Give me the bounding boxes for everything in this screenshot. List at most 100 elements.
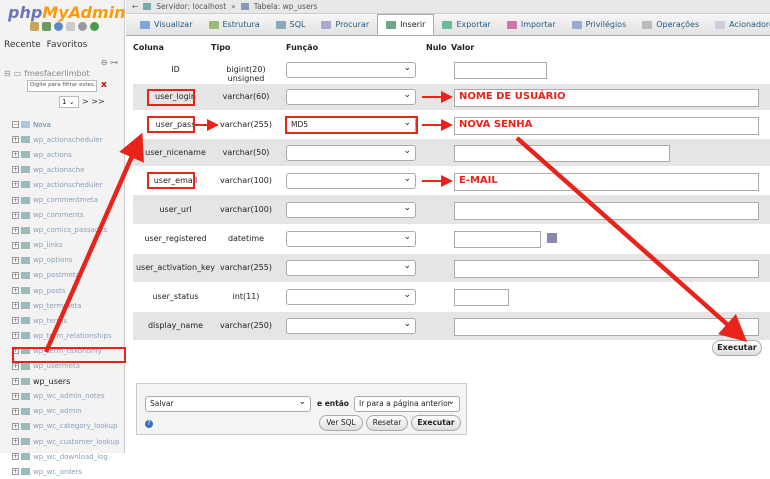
- reset-button[interactable]: Resetar: [366, 415, 408, 431]
- expand-icon[interactable]: +: [12, 136, 19, 144]
- value-input[interactable]: [454, 62, 547, 79]
- tab-procurar[interactable]: Procurar: [313, 14, 377, 35]
- help-icon[interactable]: [54, 22, 63, 31]
- tab-importar[interactable]: Importar: [499, 14, 564, 35]
- expand-icon[interactable]: +: [12, 151, 19, 159]
- function-select[interactable]: [286, 289, 416, 305]
- tree-item-table[interactable]: + wp_options: [12, 253, 124, 268]
- tree-item-table[interactable]: + wp_posts: [12, 283, 124, 298]
- tab-recent[interactable]: Recente: [4, 40, 41, 50]
- expand-icon[interactable]: +: [12, 241, 19, 249]
- expand-icon[interactable]: +: [12, 302, 19, 310]
- expand-icon[interactable]: +: [12, 271, 19, 279]
- expand-icon[interactable]: +: [12, 196, 19, 204]
- tree-item-table[interactable]: + wp_wc_category_lookup: [12, 419, 124, 434]
- tab-exportar[interactable]: Exportar: [434, 14, 498, 35]
- collapse-link-icon[interactable]: ⊖ ⊶: [101, 58, 118, 67]
- tree-item-table[interactable]: + wp_wc_admin: [12, 404, 124, 419]
- after-insert-select[interactable]: Ir para a página anterior: [354, 396, 460, 412]
- tab-sql[interactable]: SQL: [268, 14, 314, 35]
- tree-item-table[interactable]: + wp_termmeta: [12, 298, 124, 313]
- breadcrumb-table[interactable]: Tabela: wp_users: [254, 2, 318, 11]
- expand-icon[interactable]: +: [12, 438, 19, 446]
- database-name[interactable]: fmesfacerlimbot: [24, 69, 89, 78]
- function-select[interactable]: [286, 231, 416, 247]
- tree-item-table[interactable]: + wp_postmeta: [12, 268, 124, 283]
- page-next-button[interactable]: > >>: [82, 97, 105, 106]
- tab-operacoes[interactable]: Operações: [634, 14, 707, 35]
- database-node[interactable]: ⊟ ▭ fmesfacerlimbot: [4, 69, 90, 78]
- tree-item-table[interactable]: + wp_comments: [12, 208, 124, 223]
- function-select[interactable]: [286, 89, 416, 105]
- tree-item-table[interactable]: + wp_actionsche: [12, 162, 124, 177]
- value-textarea[interactable]: [454, 318, 759, 336]
- value-input[interactable]: E-MAIL: [454, 173, 759, 191]
- tree-item-table[interactable]: + wp_wc_admin_notes: [12, 389, 124, 404]
- expand-icon[interactable]: +: [12, 166, 19, 174]
- reload-icon[interactable]: [90, 22, 99, 31]
- function-select[interactable]: [286, 173, 416, 189]
- function-select[interactable]: [286, 318, 416, 334]
- tree-item-table[interactable]: + wp_comics_passades: [12, 223, 124, 238]
- value-input[interactable]: [454, 289, 509, 306]
- clear-filter-icon[interactable]: x: [101, 80, 107, 90]
- tree-item-table[interactable]: + wp_commentmeta: [12, 192, 124, 207]
- tree-item-new-table[interactable]: − Nova: [12, 117, 124, 132]
- exit-icon[interactable]: [42, 22, 51, 31]
- expand-icon[interactable]: +: [12, 317, 19, 325]
- function-select[interactable]: [286, 145, 416, 161]
- tab-acionadores[interactable]: Acionadores: [707, 14, 770, 35]
- expand-icon[interactable]: +: [12, 362, 19, 370]
- expand-icon[interactable]: +: [12, 287, 19, 295]
- tree-item-table[interactable]: + wp_actionscheduler: [12, 177, 124, 192]
- tab-favorites[interactable]: Favoritos: [47, 40, 88, 50]
- expand-icon[interactable]: +: [12, 181, 19, 189]
- expand-icon[interactable]: +: [12, 468, 19, 476]
- tab-visualizar[interactable]: Visualizar: [132, 14, 201, 35]
- tab-privilegios[interactable]: Privilégios: [564, 14, 635, 35]
- expand-icon[interactable]: +: [12, 332, 19, 340]
- tab-estrutura[interactable]: Estrutura: [201, 14, 268, 35]
- breadcrumb-server[interactable]: Servidor: localhost: [156, 2, 226, 11]
- expand-icon[interactable]: +: [12, 422, 19, 430]
- table-filter-input[interactable]: Digite para filtrar estes, E: [27, 80, 97, 92]
- tree-item-table[interactable]: + wp_term_relationships: [12, 328, 124, 343]
- expand-icon[interactable]: +: [12, 211, 19, 219]
- tree-item-table[interactable]: + wp_users: [12, 374, 124, 389]
- phpmyadmin-logo[interactable]: phpMyAdmin: [8, 3, 126, 22]
- value-input[interactable]: [454, 231, 541, 248]
- tree-item-table[interactable]: + wp_links: [12, 238, 124, 253]
- expand-icon[interactable]: +: [12, 226, 19, 234]
- tree-item-table[interactable]: + wp_wc_download_log: [12, 449, 124, 464]
- function-select[interactable]: [286, 202, 416, 218]
- tab-inserir[interactable]: Inserir: [377, 14, 435, 35]
- settings-icon[interactable]: [78, 22, 87, 31]
- expand-icon[interactable]: +: [12, 453, 19, 461]
- function-select[interactable]: [286, 260, 416, 276]
- help-icon[interactable]: ?: [145, 420, 153, 428]
- expand-icon[interactable]: +: [12, 407, 19, 415]
- page-select[interactable]: 1 ⌄: [59, 96, 79, 108]
- action-select[interactable]: Salvar: [145, 396, 311, 412]
- tree-item-table[interactable]: + wp_wc_orders: [12, 464, 124, 479]
- tree-item-table[interactable]: + wp_terms: [12, 313, 124, 328]
- expand-icon[interactable]: +: [12, 256, 19, 264]
- tree-item-table[interactable]: + wp_wc_customer_lookup: [12, 434, 124, 449]
- expand-icon[interactable]: +: [12, 377, 19, 385]
- value-input[interactable]: NOME DE USUÁRIO: [454, 89, 759, 107]
- calendar-icon[interactable]: [547, 233, 557, 243]
- execute-button[interactable]: Executar: [712, 340, 762, 356]
- expand-icon[interactable]: +: [12, 392, 19, 400]
- value-textarea[interactable]: [454, 202, 759, 220]
- back-arrow-icon[interactable]: ←: [132, 2, 138, 11]
- expand-icon[interactable]: ⊟: [4, 69, 11, 78]
- tree-item-table[interactable]: + wp_actions: [12, 147, 124, 162]
- value-textarea[interactable]: [454, 260, 759, 278]
- docs-icon[interactable]: [66, 22, 75, 31]
- tree-item-table[interactable]: + wp_actionscheduler: [12, 132, 124, 147]
- value-input[interactable]: [454, 145, 670, 162]
- function-select[interactable]: [286, 62, 416, 78]
- home-icon[interactable]: [30, 22, 39, 31]
- value-input[interactable]: NOVA SENHA: [454, 117, 759, 135]
- bottom-execute-button[interactable]: Executar: [411, 415, 461, 431]
